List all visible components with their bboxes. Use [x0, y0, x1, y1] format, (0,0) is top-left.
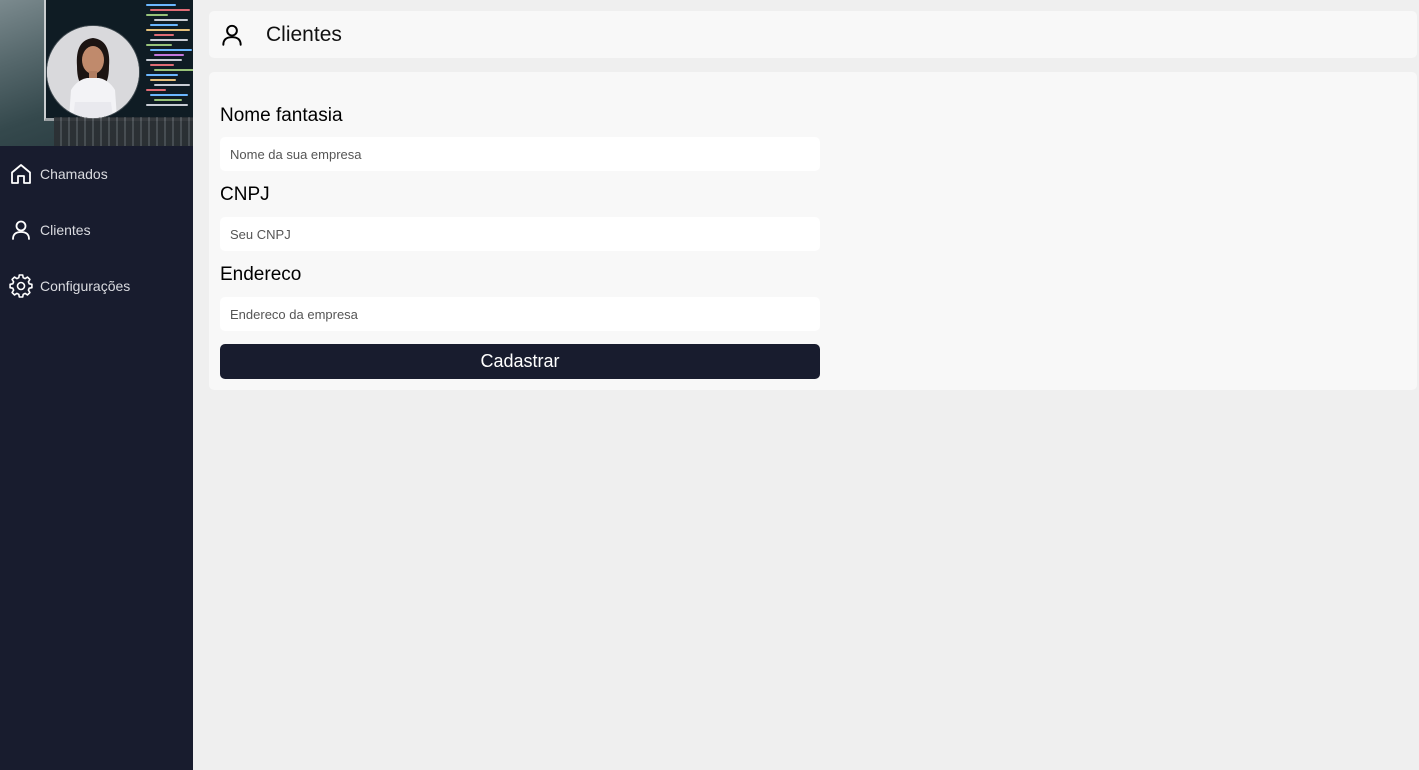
address-input[interactable] — [220, 297, 820, 331]
avatar — [47, 26, 139, 118]
user-icon — [12, 220, 30, 240]
page-header: Clientes — [209, 11, 1417, 58]
address-label: Endereco — [220, 264, 302, 285]
home-icon — [11, 164, 31, 184]
submit-button[interactable]: Cadastrar — [220, 344, 820, 379]
laptop-keyboard-image — [54, 117, 193, 146]
sidebar-item-label: Clientes — [40, 222, 91, 238]
cnpj-input[interactable] — [220, 217, 820, 251]
sidebar-nav: Chamados Clientes Configurações — [0, 146, 193, 314]
sidebar-item-label: Chamados — [40, 166, 108, 182]
sidebar-header-background — [0, 0, 193, 146]
gear-icon — [9, 274, 33, 298]
sidebar-item-configuracoes[interactable]: Configurações — [0, 258, 193, 314]
cnpj-label: CNPJ — [220, 184, 270, 205]
sidebar-item-chamados[interactable]: Chamados — [0, 146, 193, 202]
client-form: Nome fantasia CNPJ Endereco Cadastrar — [209, 72, 1417, 390]
sidebar: Chamados Clientes Configurações — [0, 0, 193, 770]
sidebar-item-label: Configurações — [40, 278, 131, 294]
sidebar-item-clientes[interactable]: Clientes — [0, 202, 193, 258]
company-name-input[interactable] — [220, 137, 820, 171]
user-icon — [222, 24, 242, 46]
company-name-label: Nome fantasia — [220, 105, 343, 126]
page-title: Clientes — [266, 22, 342, 46]
